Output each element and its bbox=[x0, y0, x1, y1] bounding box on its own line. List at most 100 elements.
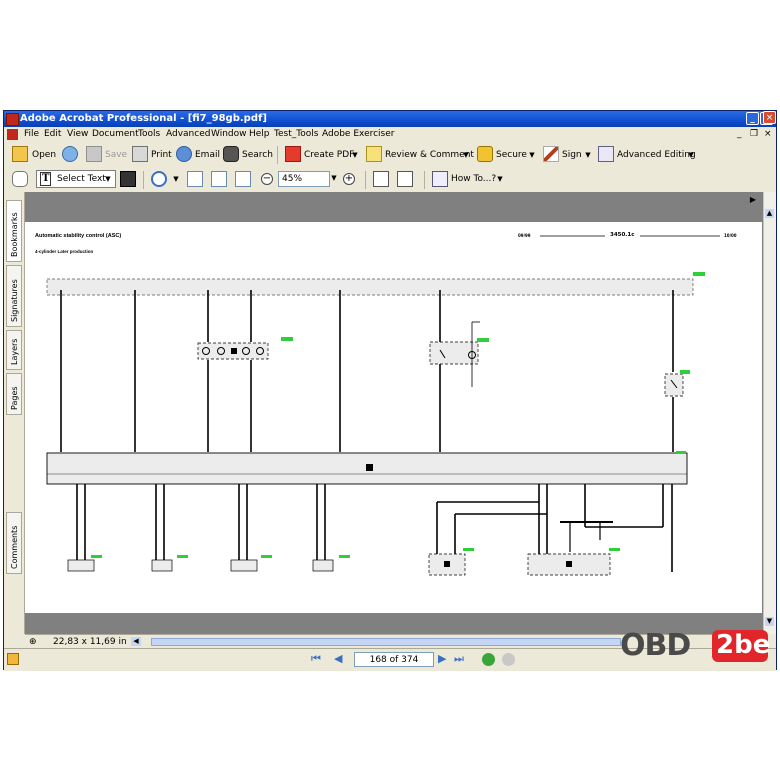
vertical-scrollbar[interactable]: ▲ ▼ bbox=[763, 192, 776, 634]
tab-pages[interactable]: Pages bbox=[6, 373, 22, 415]
review-comment-button[interactable]: Review & Comment bbox=[385, 147, 474, 163]
pdf-page: Automatic stability control (ASC) 4-cyli… bbox=[25, 222, 762, 613]
advanced-editing-icon bbox=[598, 146, 614, 162]
scroll-left-icon[interactable]: ◀ bbox=[131, 637, 141, 646]
sign-button[interactable]: Sign bbox=[562, 147, 582, 163]
advanced-editing-dropdown-icon[interactable]: ▼ bbox=[687, 147, 695, 163]
next-view-icon[interactable] bbox=[502, 653, 515, 666]
menu-edit[interactable]: Edit bbox=[44, 127, 61, 142]
tab-layers[interactable]: Layers bbox=[6, 330, 22, 370]
wiring-diagram bbox=[46, 235, 720, 576]
fit-width-icon[interactable] bbox=[235, 171, 251, 187]
print-button[interactable]: Print bbox=[151, 147, 172, 163]
create-pdf-icon bbox=[285, 146, 301, 162]
last-page-icon[interactable]: ⏭ bbox=[454, 652, 464, 666]
toolbar-separator bbox=[277, 146, 278, 164]
document-pane[interactable]: Automatic stability control (ASC) 4-cyli… bbox=[25, 192, 766, 634]
toolbar-separator bbox=[143, 171, 144, 189]
tab-comments[interactable]: Comments bbox=[6, 512, 22, 574]
menu-adobe-exerciser[interactable]: Adobe Exerciser bbox=[322, 127, 394, 142]
doc-restore-icon[interactable]: ❐ bbox=[750, 127, 758, 142]
open-folder-icon bbox=[12, 146, 28, 162]
email-icon bbox=[176, 146, 192, 162]
previous-view-icon[interactable] bbox=[482, 653, 495, 666]
navigation-toolbar: T Select Text ▼ ▼ − 45% ▼ + How To...? ▼ bbox=[4, 168, 776, 193]
pen-icon bbox=[543, 146, 559, 162]
review-dropdown-icon[interactable]: ▼ bbox=[462, 147, 470, 163]
save-button[interactable]: Save bbox=[105, 147, 127, 163]
snapshot-icon[interactable] bbox=[120, 171, 136, 187]
acrobat-window: Adobe Acrobat Professional - [fi7_98gb.p… bbox=[3, 110, 777, 671]
create-pdf-button[interactable]: Create PDF bbox=[304, 147, 354, 163]
secure-dropdown-icon[interactable]: ▼ bbox=[528, 147, 536, 163]
toolbar-separator bbox=[424, 171, 425, 189]
menu-document[interactable]: Document bbox=[92, 127, 139, 142]
minimize-icon[interactable]: _ bbox=[746, 112, 759, 125]
rotate-counterclockwise-icon[interactable] bbox=[397, 171, 413, 187]
doc-close-icon[interactable]: × bbox=[764, 127, 772, 142]
zoom-dropdown-icon[interactable]: ▼ bbox=[330, 170, 338, 186]
page-size-label: 22,83 x 11,69 in bbox=[53, 637, 127, 647]
scroll-down-icon[interactable]: ▼ bbox=[765, 617, 774, 626]
text-cursor-icon: T bbox=[40, 172, 52, 186]
create-pdf-dropdown-icon[interactable]: ▼ bbox=[351, 147, 359, 163]
previous-page-icon[interactable]: ◀ bbox=[334, 652, 342, 665]
hand-tool-icon[interactable] bbox=[12, 171, 28, 187]
zoom-in-icon[interactable] bbox=[151, 171, 167, 187]
save-icon bbox=[86, 146, 102, 162]
fit-page-icon[interactable] bbox=[211, 171, 227, 187]
sign-dropdown-icon[interactable]: ▼ bbox=[584, 147, 592, 163]
scroll-up-icon[interactable]: ▲ bbox=[765, 209, 774, 218]
select-text-label: Select Text bbox=[57, 174, 106, 184]
how-to-dropdown-icon[interactable]: ▼ bbox=[496, 171, 504, 187]
zoom-out-icon[interactable]: − bbox=[261, 173, 273, 185]
tab-signatures[interactable]: Signatures bbox=[6, 265, 22, 327]
zoom-in-plus-icon[interactable]: + bbox=[343, 173, 355, 185]
menu-bar: File Edit View Document Tools Advanced W… bbox=[4, 127, 776, 142]
first-page-icon[interactable]: ⏮ bbox=[311, 652, 321, 666]
tab-bookmarks[interactable]: Bookmarks bbox=[6, 200, 22, 262]
obd2be-watermark: OBD 2be bbox=[620, 628, 770, 666]
toolbar-expand-icon[interactable]: ▶ bbox=[747, 194, 759, 206]
select-tool-dropdown-icon[interactable]: ▼ bbox=[104, 171, 112, 187]
menu-tools[interactable]: Tools bbox=[138, 127, 160, 142]
acrobat-app-icon bbox=[6, 113, 19, 126]
tab-pages-label: Pages bbox=[10, 386, 19, 410]
organizer-icon[interactable] bbox=[62, 146, 78, 162]
secure-button[interactable]: Secure bbox=[496, 147, 527, 163]
binoculars-icon bbox=[223, 146, 239, 162]
menu-file[interactable]: File bbox=[24, 127, 39, 142]
menu-advanced[interactable]: Advanced bbox=[166, 127, 210, 142]
menu-view[interactable]: View bbox=[67, 127, 88, 142]
lock-icon bbox=[477, 146, 493, 162]
email-button[interactable]: Email bbox=[195, 147, 220, 163]
rotate-view-icon[interactable] bbox=[373, 171, 389, 187]
open-button[interactable]: Open bbox=[32, 147, 56, 163]
menu-help[interactable]: Help bbox=[249, 127, 270, 142]
print-icon bbox=[132, 146, 148, 162]
watermark-text-left: OBD bbox=[620, 628, 691, 663]
tab-signatures-label: Signatures bbox=[10, 279, 19, 322]
close-icon[interactable]: × bbox=[763, 111, 776, 124]
review-comment-icon bbox=[366, 146, 382, 162]
menu-test-tools[interactable]: Test_Tools bbox=[274, 127, 318, 142]
status-icon bbox=[7, 653, 19, 665]
window-title: Adobe Acrobat Professional - [fi7_98gb.p… bbox=[20, 113, 267, 124]
zoom-tool-dropdown-icon[interactable]: ▼ bbox=[172, 171, 180, 187]
move-handle-icon[interactable]: ⊕ bbox=[29, 635, 37, 649]
actual-size-icon[interactable] bbox=[187, 171, 203, 187]
zoom-level-field[interactable]: 45% bbox=[278, 171, 330, 187]
menu-window[interactable]: Window bbox=[211, 127, 247, 142]
navigation-pane-tabs: Bookmarks Signatures Layers Pages Commen… bbox=[4, 192, 25, 634]
tab-bookmarks-label: Bookmarks bbox=[10, 212, 19, 257]
next-page-icon[interactable]: ▶ bbox=[438, 652, 446, 665]
how-to-button[interactable]: How To...? bbox=[451, 171, 496, 187]
doc-minimize-icon[interactable]: _ bbox=[737, 127, 742, 142]
title-bar: Adobe Acrobat Professional - [fi7_98gb.p… bbox=[4, 111, 776, 127]
search-button[interactable]: Search bbox=[242, 147, 273, 163]
horizontal-scroll-thumb[interactable] bbox=[151, 638, 621, 646]
document-icon bbox=[7, 129, 18, 140]
page-number-field[interactable]: 168 of 374 bbox=[354, 652, 434, 667]
advanced-editing-button[interactable]: Advanced Editing bbox=[617, 147, 696, 163]
how-to-icon bbox=[432, 171, 448, 187]
